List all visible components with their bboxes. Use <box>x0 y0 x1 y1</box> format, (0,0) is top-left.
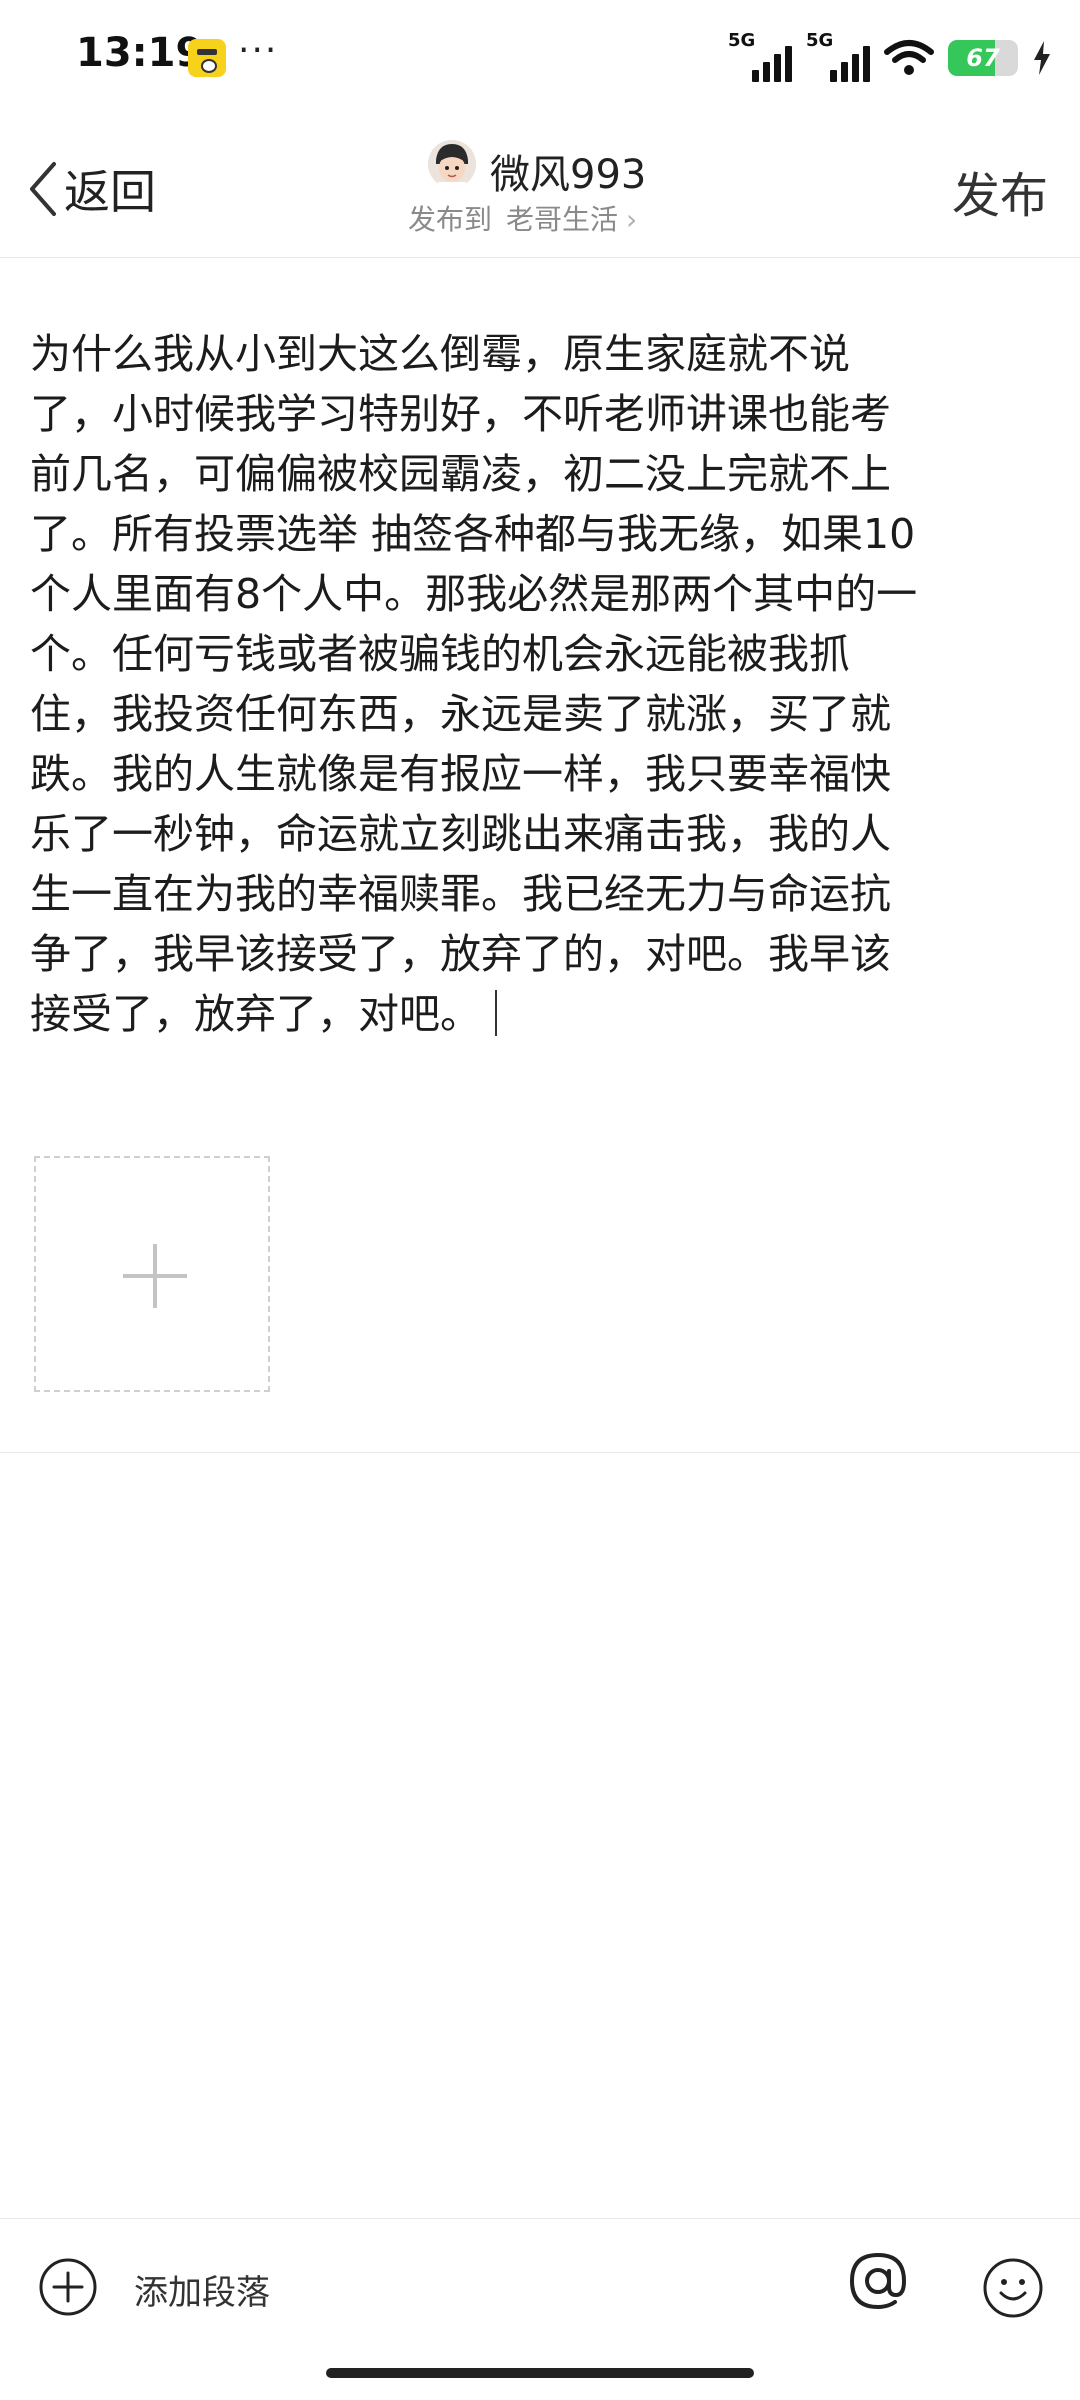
content-divider <box>0 1452 1080 1453</box>
cellular-signal-icon: 5G <box>728 30 792 82</box>
status-time: 13:19 <box>76 30 204 76</box>
plus-circle-icon[interactable] <box>38 2257 98 2317</box>
forum-name: 老哥生活 <box>506 203 619 236</box>
add-image-button[interactable] <box>34 1156 270 1392</box>
post-to-label: 发布到 <box>408 203 493 236</box>
forum-selector[interactable]: 发布到 老哥生活 › <box>408 198 637 238</box>
chevron-right-icon: › <box>626 203 638 236</box>
text-cursor <box>495 990 497 1036</box>
app-notification-icon <box>188 39 226 77</box>
at-icon[interactable] <box>846 2249 910 2313</box>
add-paragraph-button[interactable]: 添加段落 <box>134 2265 270 2314</box>
back-button[interactable]: 返回 <box>26 156 156 222</box>
battery-percent: 67 <box>966 44 1000 72</box>
post-body-text: 为什么我从小到大这么倒霉，原生家庭就不说了，小时候我学习特别好，不听老师讲课也能… <box>30 330 918 1038</box>
home-indicator[interactable] <box>326 2368 754 2378</box>
post-editor-screen: 13:19 ··· 5G 5G 67 返回 微风993 发布到 老哥生活 › 发… <box>0 0 1080 2400</box>
chevron-left-icon <box>30 162 56 216</box>
wifi-icon <box>884 40 934 75</box>
back-label: 返回 <box>64 165 156 219</box>
battery-icon: 67 <box>948 40 1018 76</box>
publish-button[interactable]: 发布 <box>952 156 1048 226</box>
more-notifications-icon: ··· <box>238 30 279 71</box>
post-body-textarea[interactable]: 为什么我从小到大这么倒霉，原生家庭就不说了，小时候我学习特别好，不听老师讲课也能… <box>30 324 930 1044</box>
status-bar: 13:19 ··· 5G 5G 67 <box>0 0 1080 120</box>
cellular-signal-icon: 5G <box>806 30 870 82</box>
status-icons: 5G 5G 67 <box>728 28 1052 88</box>
smile-icon[interactable] <box>982 2257 1044 2319</box>
author-name: 微风993 <box>490 152 647 198</box>
charging-icon <box>1034 41 1050 75</box>
avatar <box>428 140 476 188</box>
editor-toolbar: 添加段落 <box>0 2218 1080 2356</box>
editor-header: 返回 微风993 发布到 老哥生活 › 发布 <box>0 120 1080 258</box>
